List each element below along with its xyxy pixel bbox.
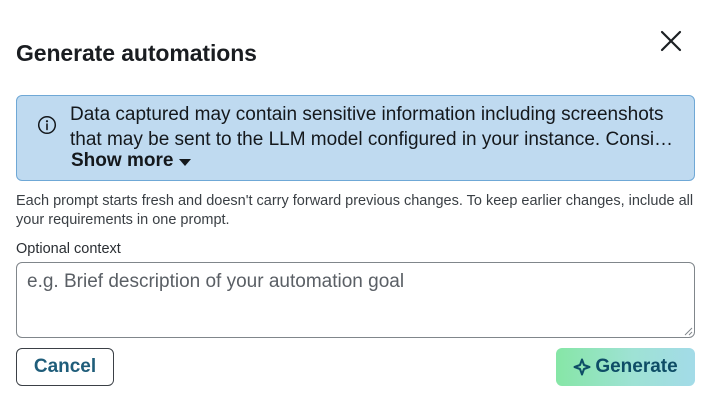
cancel-button[interactable]: Cancel <box>16 348 114 386</box>
generate-button[interactable]: Generate <box>556 348 695 386</box>
prompt-hint-line-1: Each prompt starts fresh and doesn't car… <box>16 193 694 209</box>
generate-automations-dialog: Generate automations Data captured may c… <box>0 0 710 400</box>
info-line-2: that may be sent to the LLM model config… <box>70 129 682 150</box>
sparkle-icon <box>573 358 591 376</box>
show-more-label: Show more <box>71 150 174 171</box>
close-button[interactable] <box>656 26 686 56</box>
prompt-hint-line-2: your requirements in one prompt. <box>16 212 230 228</box>
optional-context-input[interactable] <box>16 262 695 338</box>
generate-label: Generate <box>595 356 678 377</box>
info-banner: Data captured may contain sensitive info… <box>16 95 695 181</box>
info-message: Data captured may contain sensitive info… <box>70 102 682 152</box>
show-more-link[interactable]: Show more <box>71 150 192 172</box>
info-line-1: Data captured may contain sensitive info… <box>70 104 664 125</box>
close-icon <box>660 30 682 52</box>
dialog-title: Generate automations <box>16 40 257 66</box>
optional-context-label: Optional context <box>16 241 121 257</box>
caret-down-icon <box>179 158 192 166</box>
prompt-hint: Each prompt starts fresh and doesn't car… <box>16 192 696 230</box>
info-icon <box>37 115 57 135</box>
